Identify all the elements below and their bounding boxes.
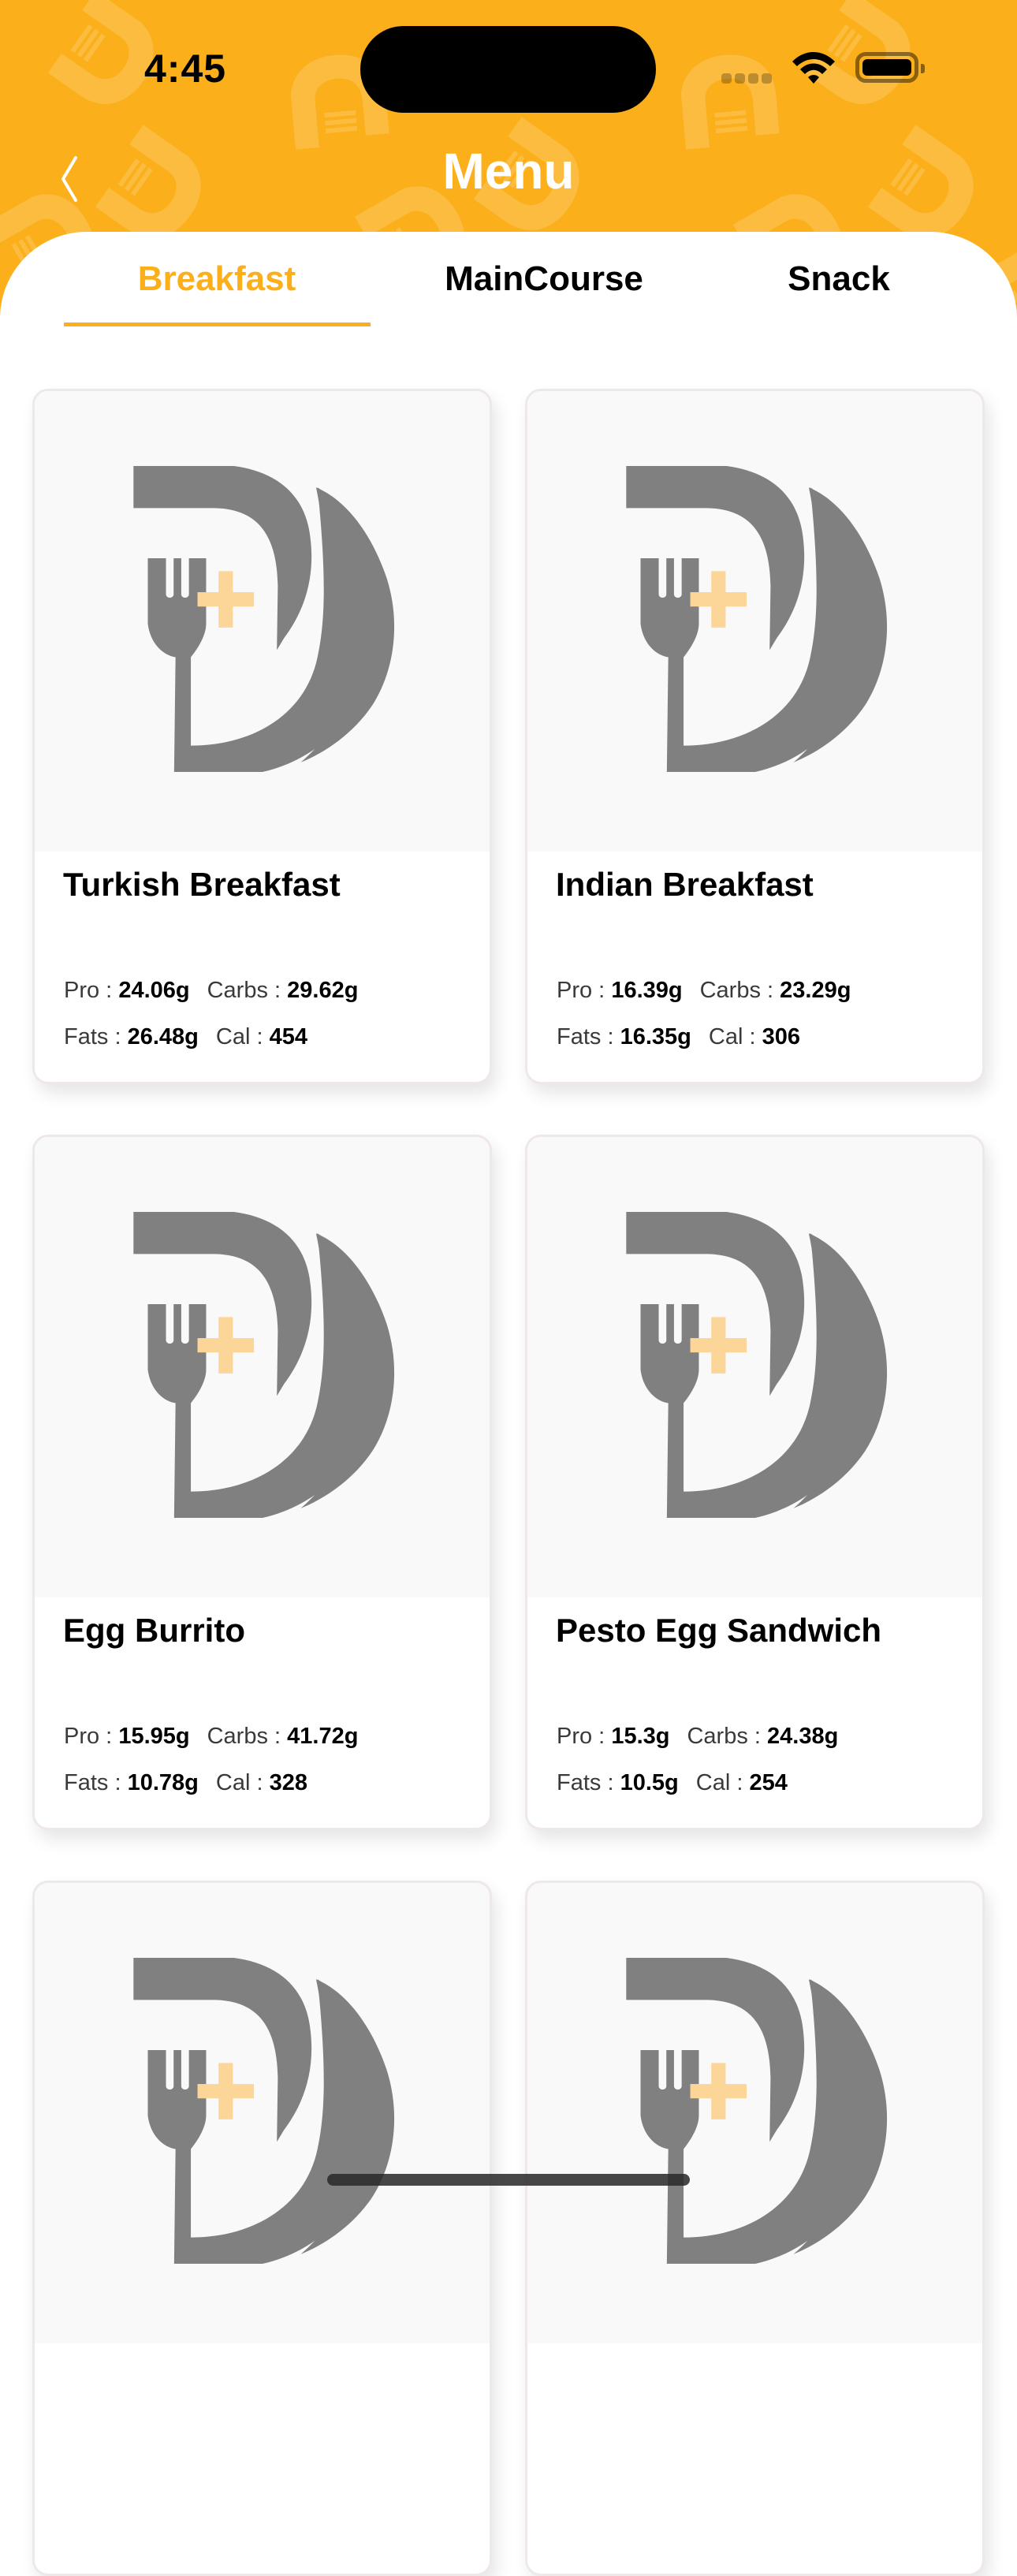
calories-value: 454 [269,1024,307,1049]
calories-label: Cal : [215,1770,270,1795]
menu-item-name: Egg Burrito [63,1612,245,1649]
menu-item-card[interactable]: Indian Breakfast Pro : 16.39g Carbs : 23.2… [525,389,985,1084]
protein-label: Pro : [557,978,612,1003]
menu-item-card[interactable]: Turkish Breakfast Pro : 24.06g Carbs : 29.… [32,389,492,1084]
macros-row-2: Fats : 26.48g Cal : 454 [64,1024,325,1050]
menu-item-image [35,1137,490,1597]
home-indicator[interactable] [327,2174,690,2186]
dynamic-island [360,26,656,113]
menu-item-image [527,391,982,852]
fats-label: Fats : [557,1770,620,1795]
protein-value: 16.39g [611,978,683,1003]
macros-row-2: Fats : 10.78g Cal : 328 [64,1770,325,1796]
page-title: Menu [442,143,575,199]
menu-item-image [527,1137,982,1597]
calories-label: Cal : [695,1770,750,1795]
status-time: 4:45 [144,47,227,91]
menu-item-image [527,1883,982,2343]
protein-value: 24.06g [118,978,190,1003]
fats-value: 10.78g [127,1770,199,1795]
tab-breakfast[interactable]: Breakfast [138,259,296,299]
fats-label: Fats : [64,1024,128,1049]
menu-item-name: Pesto Egg Sandwich [556,1612,882,1649]
macros-row-1: Pro : 15.3g Carbs : 24.38g [557,1724,855,1750]
dietplus-logo-icon [133,466,395,772]
tab-snack[interactable]: Snack [788,259,890,299]
carbs-label: Carbs : [687,1724,768,1749]
menu-item-card[interactable]: Egg Burrito Pro : 15.95g Carbs : 41.72g Fat… [32,1135,492,1830]
menu-item-card[interactable]: Pesto Egg Sandwich Pro : 15.3g Carbs : 24.… [525,1135,985,1830]
carbs-value: 29.62g [287,978,359,1003]
menu-item-card[interactable] [32,1881,492,2576]
fats-label: Fats : [557,1024,620,1049]
calories-label: Cal : [215,1024,270,1049]
carbs-label: Carbs : [699,978,780,1003]
cellular-signal-icon [721,73,772,84]
calories-value: 254 [749,1770,788,1795]
menu-item-image [35,391,490,852]
carbs-value: 24.38g [767,1724,839,1749]
macros-row-2: Fats : 16.35g Cal : 306 [557,1024,818,1050]
calories-value: 328 [269,1770,307,1795]
calories-label: Cal : [708,1024,762,1049]
wifi-icon [792,52,835,84]
menu-item-name: Indian Breakfast [556,866,814,903]
menu-item-card[interactable] [525,1881,985,2576]
active-tab-indicator [64,322,371,326]
carbs-label: Carbs : [207,978,288,1003]
menu-item-image [35,1883,490,2343]
protein-label: Pro : [557,1724,612,1749]
battery-icon [855,52,925,83]
dietplus-logo-icon [133,1958,395,2264]
protein-value: 15.95g [118,1724,190,1749]
menu-item-name: Turkish Breakfast [63,866,341,903]
protein-value: 15.3g [611,1724,670,1749]
macros-row-1: Pro : 24.06g Carbs : 29.62g [64,978,375,1004]
fats-value: 10.5g [620,1770,679,1795]
dietplus-logo-icon [626,1958,888,2264]
carbs-value: 23.29g [780,978,851,1003]
macros-row-1: Pro : 16.39g Carbs : 23.29g [557,978,868,1004]
tab-maincourse[interactable]: MainCourse [445,259,643,299]
dietplus-logo-icon [133,1212,395,1518]
fats-value: 26.48g [127,1024,199,1049]
calories-value: 306 [762,1024,800,1049]
macros-row-1: Pro : 15.95g Carbs : 41.72g [64,1724,375,1750]
category-tabs: Breakfast MainCourse Snack [0,232,1017,334]
fats-value: 16.35g [620,1024,691,1049]
fats-label: Fats : [64,1770,128,1795]
protein-label: Pro : [64,978,119,1003]
carbs-label: Carbs : [207,1724,288,1749]
dietplus-logo-icon [626,1212,888,1518]
dietplus-logo-icon [626,466,888,772]
carbs-value: 41.72g [287,1724,359,1749]
protein-label: Pro : [64,1724,119,1749]
macros-row-2: Fats : 10.5g Cal : 254 [557,1770,805,1796]
